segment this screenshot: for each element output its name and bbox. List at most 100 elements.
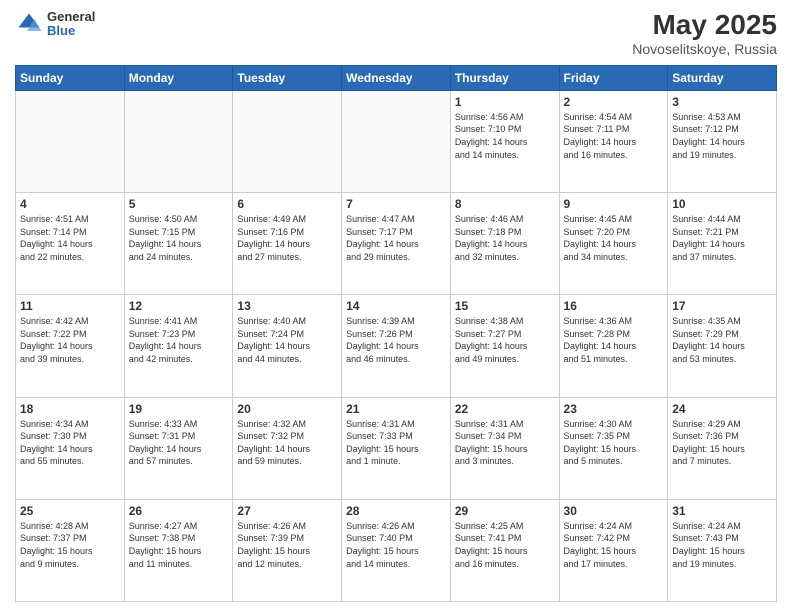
table-row: 22Sunrise: 4:31 AM Sunset: 7:34 PM Dayli… — [450, 397, 559, 499]
calendar-week-1: 1 Sunrise: 4:56 AM Sunset: 7:10 PM Daylig… — [16, 90, 777, 192]
table-row: 7 Sunrise: 4:47 AM Sunset: 7:17 PM Daylig… — [342, 193, 451, 295]
day-info: Sunrise: 4:53 AM Sunset: 7:12 PM Dayligh… — [672, 111, 772, 161]
day-number: 13 — [237, 299, 337, 313]
day-number: 2 — [564, 95, 664, 109]
day-number: 9 — [564, 197, 664, 211]
table-row: 30 Sunrise: 4:24 AM Sunset: 7:42 PM Dayli… — [559, 499, 668, 601]
table-row: 4Sunrise: 4:51 AM Sunset: 7:14 PM Daylig… — [16, 193, 125, 295]
day-number: 14 — [346, 299, 446, 313]
day-number: 5 — [129, 197, 229, 211]
table-row: 19Sunrise: 4:33 AM Sunset: 7:31 PM Dayli… — [124, 397, 233, 499]
col-sunday: Sunday — [16, 65, 125, 90]
calendar-week-5: 25Sunrise: 4:28 AM Sunset: 7:37 PM Dayli… — [16, 499, 777, 601]
day-info: Sunrise: 4:49 AM Sunset: 7:16 PM Dayligh… — [237, 213, 337, 263]
day-info: Sunrise: 4:56 AM Sunset: 7:10 PM Dayligh… — [455, 111, 555, 161]
day-number: 10 — [672, 197, 772, 211]
header: General Blue May 2025 Novoselitskoye, Ru… — [15, 10, 777, 57]
day-number: 30 — [564, 504, 664, 518]
day-number: 1 — [455, 95, 555, 109]
day-info: Sunrise: 4:45 AM Sunset: 7:20 PM Dayligh… — [564, 213, 664, 263]
day-number: 26 — [129, 504, 229, 518]
table-row: 28 Sunrise: 4:26 AM Sunset: 7:40 PM Dayli… — [342, 499, 451, 601]
table-row: 15 Sunrise: 4:38 AM Sunset: 7:27 PM Dayli… — [450, 295, 559, 397]
day-info: Sunrise: 4:26 AM Sunset: 7:40 PM Dayligh… — [346, 520, 446, 570]
day-number: 17 — [672, 299, 772, 313]
day-info: Sunrise: 4:35 AM Sunset: 7:29 PM Dayligh… — [672, 315, 772, 365]
logo-text: General Blue — [47, 10, 95, 39]
table-row: 29 Sunrise: 4:25 AM Sunset: 7:41 PM Dayli… — [450, 499, 559, 601]
table-row: 6 Sunrise: 4:49 AM Sunset: 7:16 PM Daylig… — [233, 193, 342, 295]
day-number: 31 — [672, 504, 772, 518]
table-row: 16Sunrise: 4:36 AM Sunset: 7:28 PM Dayli… — [559, 295, 668, 397]
col-saturday: Saturday — [668, 65, 777, 90]
table-row: 23Sunrise: 4:30 AM Sunset: 7:35 PM Dayli… — [559, 397, 668, 499]
day-info: Sunrise: 4:30 AM Sunset: 7:35 PM Dayligh… — [564, 418, 664, 468]
table-row: 27 Sunrise: 4:26 AM Sunset: 7:39 PM Dayli… — [233, 499, 342, 601]
day-number: 20 — [237, 402, 337, 416]
day-number: 28 — [346, 504, 446, 518]
day-number: 29 — [455, 504, 555, 518]
table-row — [233, 90, 342, 192]
logo-blue-text: Blue — [47, 24, 95, 38]
table-row: 31 Sunrise: 4:24 AM Sunset: 7:43 PM Dayli… — [668, 499, 777, 601]
title-location: Novoselitskoye, Russia — [632, 41, 777, 57]
day-info: Sunrise: 4:40 AM Sunset: 7:24 PM Dayligh… — [237, 315, 337, 365]
day-info: Sunrise: 4:24 AM Sunset: 7:43 PM Dayligh… — [672, 520, 772, 570]
table-row: 13 Sunrise: 4:40 AM Sunset: 7:24 PM Dayli… — [233, 295, 342, 397]
table-row: 1 Sunrise: 4:56 AM Sunset: 7:10 PM Daylig… — [450, 90, 559, 192]
table-row — [124, 90, 233, 192]
day-number: 6 — [237, 197, 337, 211]
col-thursday: Thursday — [450, 65, 559, 90]
day-info: Sunrise: 4:46 AM Sunset: 7:18 PM Dayligh… — [455, 213, 555, 263]
day-info: Sunrise: 4:54 AM Sunset: 7:11 PM Dayligh… — [564, 111, 664, 161]
day-info: Sunrise: 4:34 AM Sunset: 7:30 PM Dayligh… — [20, 418, 120, 468]
logo: General Blue — [15, 10, 95, 39]
day-info: Sunrise: 4:50 AM Sunset: 7:15 PM Dayligh… — [129, 213, 229, 263]
day-info: Sunrise: 4:39 AM Sunset: 7:26 PM Dayligh… — [346, 315, 446, 365]
day-info: Sunrise: 4:41 AM Sunset: 7:23 PM Dayligh… — [129, 315, 229, 365]
table-row: 10 Sunrise: 4:44 AM Sunset: 7:21 PM Dayli… — [668, 193, 777, 295]
table-row — [16, 90, 125, 192]
table-row: 2 Sunrise: 4:54 AM Sunset: 7:11 PM Daylig… — [559, 90, 668, 192]
day-info: Sunrise: 4:47 AM Sunset: 7:17 PM Dayligh… — [346, 213, 446, 263]
title-month: May 2025 — [632, 10, 777, 41]
day-info: Sunrise: 4:42 AM Sunset: 7:22 PM Dayligh… — [20, 315, 120, 365]
day-info: Sunrise: 4:26 AM Sunset: 7:39 PM Dayligh… — [237, 520, 337, 570]
table-row: 20Sunrise: 4:32 AM Sunset: 7:32 PM Dayli… — [233, 397, 342, 499]
table-row: 11 Sunrise: 4:42 AM Sunset: 7:22 PM Dayli… — [16, 295, 125, 397]
table-row: 26 Sunrise: 4:27 AM Sunset: 7:38 PM Dayli… — [124, 499, 233, 601]
table-row: 8 Sunrise: 4:46 AM Sunset: 7:18 PM Daylig… — [450, 193, 559, 295]
table-row — [342, 90, 451, 192]
day-number: 24 — [672, 402, 772, 416]
day-info: Sunrise: 4:38 AM Sunset: 7:27 PM Dayligh… — [455, 315, 555, 365]
col-wednesday: Wednesday — [342, 65, 451, 90]
day-number: 7 — [346, 197, 446, 211]
title-block: May 2025 Novoselitskoye, Russia — [632, 10, 777, 57]
col-monday: Monday — [124, 65, 233, 90]
day-number: 4 — [20, 197, 120, 211]
day-number: 12 — [129, 299, 229, 313]
day-number: 11 — [20, 299, 120, 313]
day-number: 3 — [672, 95, 772, 109]
calendar-week-3: 11 Sunrise: 4:42 AM Sunset: 7:22 PM Dayli… — [16, 295, 777, 397]
day-info: Sunrise: 4:44 AM Sunset: 7:21 PM Dayligh… — [672, 213, 772, 263]
col-friday: Friday — [559, 65, 668, 90]
day-number: 21 — [346, 402, 446, 416]
day-number: 15 — [455, 299, 555, 313]
day-number: 27 — [237, 504, 337, 518]
table-row: 18 Sunrise: 4:34 AM Sunset: 7:30 PM Dayli… — [16, 397, 125, 499]
page: General Blue May 2025 Novoselitskoye, Ru… — [0, 0, 792, 612]
day-number: 8 — [455, 197, 555, 211]
day-info: Sunrise: 4:29 AM Sunset: 7:36 PM Dayligh… — [672, 418, 772, 468]
table-row: 21Sunrise: 4:31 AM Sunset: 7:33 PM Dayli… — [342, 397, 451, 499]
day-number: 22 — [455, 402, 555, 416]
col-tuesday: Tuesday — [233, 65, 342, 90]
table-row: 24 Sunrise: 4:29 AM Sunset: 7:36 PM Dayli… — [668, 397, 777, 499]
table-row: 3 Sunrise: 4:53 AM Sunset: 7:12 PM Daylig… — [668, 90, 777, 192]
day-info: Sunrise: 4:24 AM Sunset: 7:42 PM Dayligh… — [564, 520, 664, 570]
day-info: Sunrise: 4:27 AM Sunset: 7:38 PM Dayligh… — [129, 520, 229, 570]
day-info: Sunrise: 4:25 AM Sunset: 7:41 PM Dayligh… — [455, 520, 555, 570]
day-number: 19 — [129, 402, 229, 416]
day-number: 18 — [20, 402, 120, 416]
table-row: 9 Sunrise: 4:45 AM Sunset: 7:20 PM Daylig… — [559, 193, 668, 295]
